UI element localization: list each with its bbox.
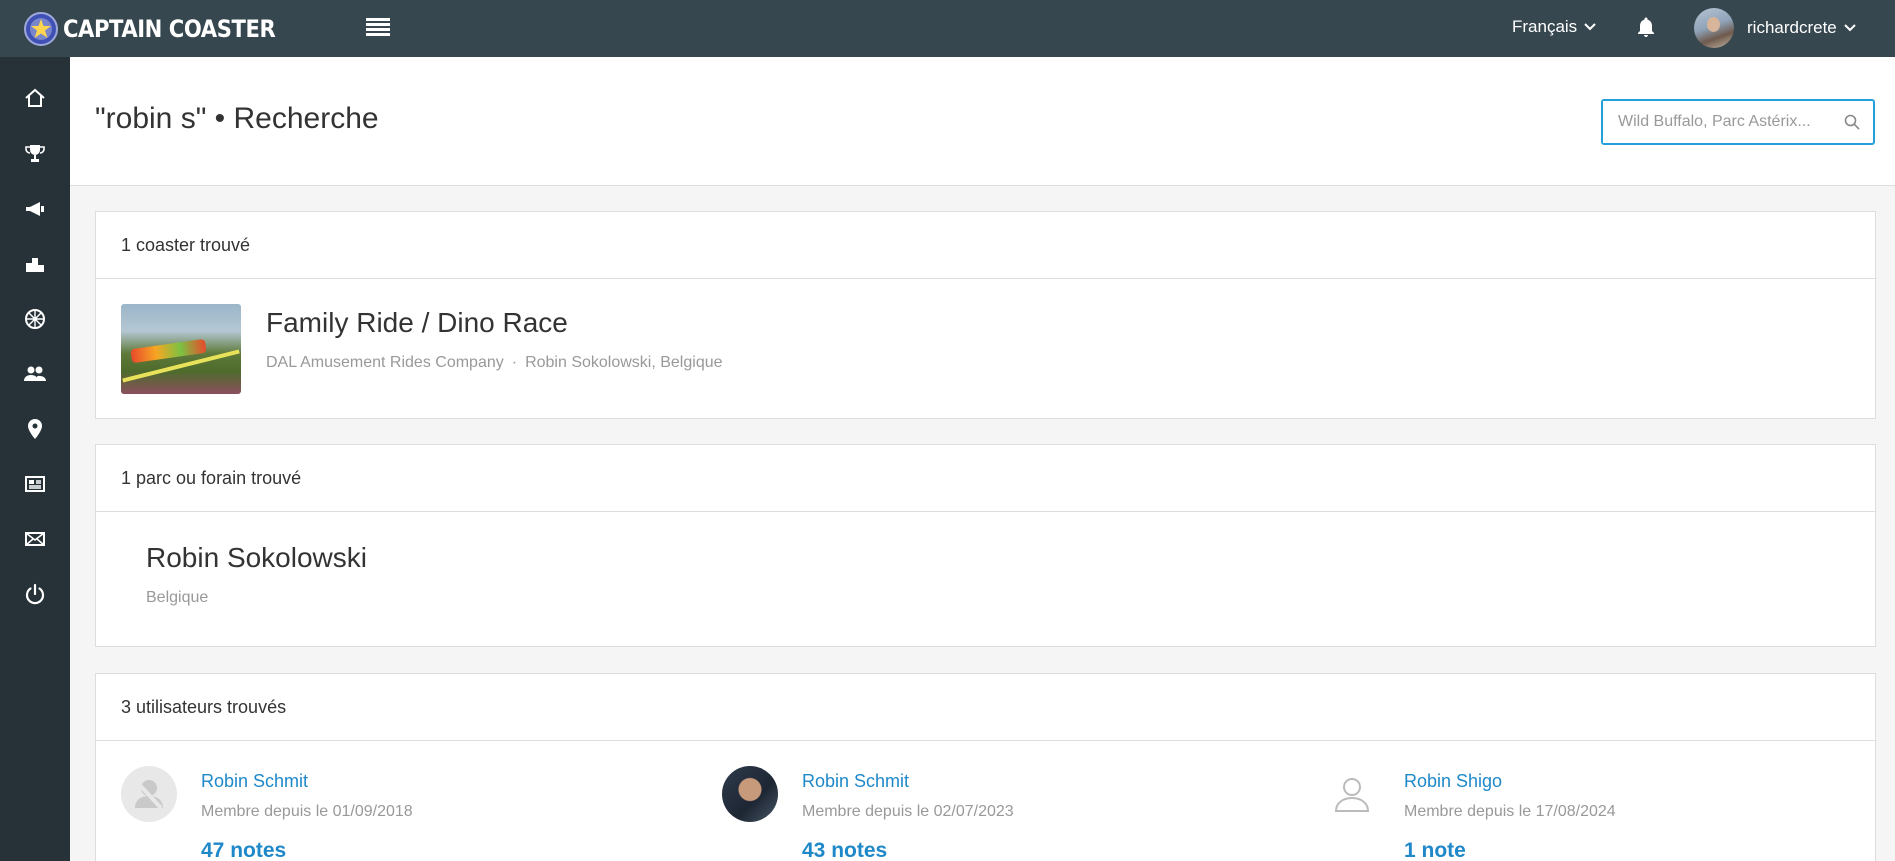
meta-separator: · (511, 354, 518, 371)
chevron-down-icon (1844, 24, 1856, 32)
sidebar-item-map[interactable] (21, 415, 49, 443)
user-outline-icon (1334, 778, 1370, 812)
coasters-heading: 1 coaster trouvé (96, 212, 1875, 279)
search-input[interactable] (1603, 101, 1828, 143)
user-name-link[interactable]: Robin Shigo (1404, 771, 1502, 792)
username: richardcrete (1747, 18, 1837, 37)
brand-logo-link[interactable]: CAPTAIN COASTER (24, 11, 304, 46)
language-selector[interactable]: Français (1512, 17, 1596, 37)
avatar[interactable] (1324, 766, 1380, 822)
sidebar-item-logout[interactable] (21, 580, 49, 608)
coaster-meta: DAL Amusement Rides Company · Robin Sokolo… (266, 354, 723, 372)
parks-heading: 1 parc ou forain trouvé (96, 445, 1875, 512)
user-member-since: Membre depuis le 02/07/2023 (802, 803, 1014, 820)
sidebar-item-community[interactable] (21, 360, 49, 388)
notifications-bell-icon[interactable] (1634, 15, 1658, 39)
search-icon[interactable] (1844, 114, 1860, 130)
sidebar (0, 57, 70, 861)
user-notes-link[interactable]: 43 notes (802, 839, 887, 861)
users-panel: 3 utilisateurs trouvés Robin Schmit Memb… (95, 673, 1876, 861)
coaster-thumbnail[interactable] (121, 304, 241, 394)
podium-icon (26, 258, 44, 272)
users-icon (24, 366, 46, 381)
wheel-icon (25, 309, 45, 329)
avatar[interactable] (722, 766, 778, 822)
user-name-link[interactable]: Robin Schmit (802, 771, 909, 792)
users-results: Robin Schmit Membre depuis le 01/09/2018… (96, 741, 1875, 861)
avatar[interactable] (121, 766, 177, 822)
power-icon (25, 583, 45, 605)
coaster-manufacturer: DAL Amusement Rides Company (266, 354, 504, 371)
trophy-icon (25, 145, 45, 162)
search-box (1601, 99, 1875, 145)
sidebar-item-parks[interactable] (21, 305, 49, 333)
user-result: Robin Schmit Membre depuis le 01/09/2018… (121, 766, 621, 861)
coaster-result: Family Ride / Dino Race DAL Amusement Ri… (96, 279, 1875, 419)
sidebar-item-rankings[interactable] (21, 140, 49, 168)
home-icon (25, 88, 45, 107)
user-member-since: Membre depuis le 17/08/2024 (1404, 803, 1616, 820)
user-notes-link[interactable]: 47 notes (201, 839, 286, 861)
sidebar-item-home[interactable] (21, 84, 49, 112)
page-header: "robin s" • Recherche (70, 57, 1895, 186)
location-icon (28, 419, 42, 439)
megaphone-icon (26, 202, 44, 216)
user-name-link[interactable]: Robin Schmit (201, 771, 308, 792)
no-avatar-icon (135, 780, 163, 810)
park-name-link[interactable]: Robin Sokolowski (146, 542, 367, 574)
sidebar-item-news[interactable] (21, 470, 49, 498)
coaster-location: Robin Sokolowski, Belgique (525, 354, 723, 371)
sidebar-item-announcements[interactable] (21, 195, 49, 223)
sidebar-item-contact[interactable] (21, 525, 49, 553)
user-result: Robin Shigo Membre depuis le 17/08/2024 … (1324, 766, 1824, 861)
envelope-icon (25, 532, 45, 546)
parks-panel: 1 parc ou forain trouvé Robin Sokolowski… (95, 444, 1876, 647)
coaster-name-link[interactable]: Family Ride / Dino Race (266, 307, 568, 339)
menu-toggle-icon[interactable] (366, 18, 390, 38)
avatar (1694, 8, 1734, 48)
top-navbar: CAPTAIN COASTER Français richardcrete (0, 0, 1895, 57)
user-member-since: Membre depuis le 01/09/2018 (201, 803, 413, 820)
coasters-panel: 1 coaster trouvé Family Ride / Dino Race… (95, 211, 1876, 419)
park-result: Robin Sokolowski Belgique (96, 512, 1875, 647)
user-menu[interactable]: richardcrete (1694, 8, 1856, 48)
brand-name: CAPTAIN COASTER (63, 14, 276, 43)
newspaper-icon (25, 476, 45, 492)
page-title: "robin s" • Recherche (95, 102, 379, 135)
users-heading: 3 utilisateurs trouvés (96, 674, 1875, 741)
language-label: Français (1512, 17, 1578, 36)
park-country: Belgique (146, 589, 209, 606)
user-notes-link[interactable]: 1 note (1404, 839, 1466, 861)
chevron-down-icon (1584, 23, 1596, 31)
user-result: Robin Schmit Membre depuis le 02/07/2023… (722, 766, 1222, 861)
sidebar-item-top[interactable] (21, 250, 49, 278)
captain-coaster-logo-icon (24, 11, 58, 46)
